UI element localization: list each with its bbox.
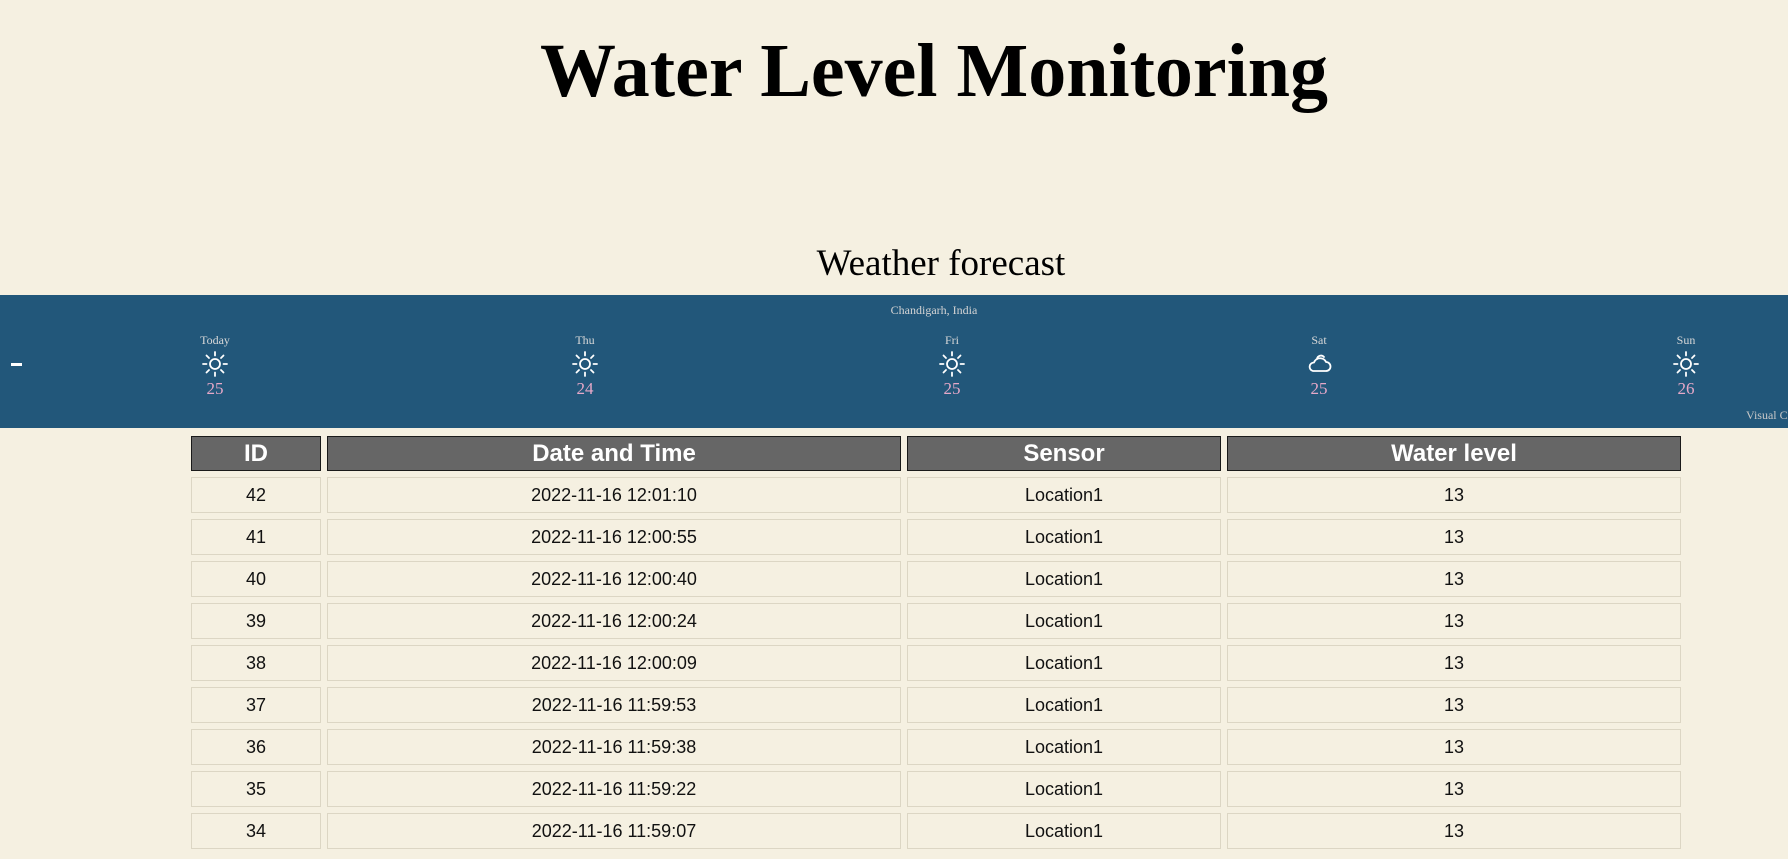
cell-datetime: 2022-11-16 12:01:10	[327, 477, 901, 513]
sun-icon	[201, 350, 229, 378]
forecast-day: Fri 25	[912, 333, 992, 399]
table-row: 35 2022-11-16 11:59:22 Location1 13	[191, 771, 1681, 807]
forecast-day-name: Sat	[1311, 333, 1327, 347]
sun-icon	[1672, 350, 1700, 378]
cell-sensor: Location1	[907, 603, 1221, 639]
column-header-water-level: Water level	[1227, 436, 1681, 471]
weather-location: Chandigarh, India	[890, 303, 978, 317]
cell-id: 37	[191, 687, 321, 723]
column-header-sensor: Sensor	[907, 436, 1221, 471]
forecast-temperature: 25	[1310, 379, 1328, 398]
forecast-day: Today 25	[175, 333, 255, 399]
cell-datetime: 2022-11-16 11:59:07	[327, 813, 901, 849]
table-row: 38 2022-11-16 12:00:09 Location1 13	[191, 645, 1681, 681]
cell-datetime: 2022-11-16 12:00:55	[327, 519, 901, 555]
forecast-day: Sat 25	[1279, 333, 1359, 399]
table-row: 42 2022-11-16 12:01:10 Location1 13	[191, 477, 1681, 513]
cell-id: 36	[191, 729, 321, 765]
forecast-day: Thu 24	[545, 333, 625, 399]
column-header-id: ID	[191, 436, 321, 471]
cell-id: 39	[191, 603, 321, 639]
cell-id: 38	[191, 645, 321, 681]
collapse-toggle-button[interactable]	[11, 363, 22, 366]
cell-id: 41	[191, 519, 321, 555]
forecast-temperature: 26	[1677, 379, 1695, 398]
forecast-day-name: Fri	[944, 333, 959, 347]
water-level-table: ID Date and Time Sensor Water level 42 20…	[185, 430, 1687, 855]
forecast-temperature: 25	[943, 379, 961, 398]
cell-sensor: Location1	[907, 771, 1221, 807]
cell-datetime: 2022-11-16 12:00:40	[327, 561, 901, 597]
cell-water-level: 13	[1227, 477, 1681, 513]
weather-widget: Chandigarh, India Today 25 Thu 24 Fri 25…	[0, 295, 1788, 428]
cell-water-level: 13	[1227, 813, 1681, 849]
sun-icon	[938, 350, 966, 378]
cell-water-level: 13	[1227, 519, 1681, 555]
forecast-day: Sun 26	[1646, 333, 1726, 399]
cell-sensor: Location1	[907, 519, 1221, 555]
cloud-icon	[1305, 350, 1333, 378]
table-header-row: ID Date and Time Sensor Water level	[191, 436, 1681, 471]
forecast-day-name: Thu	[575, 333, 595, 347]
table-row: 39 2022-11-16 12:00:24 Location1 13	[191, 603, 1681, 639]
forecast-day-name: Today	[200, 333, 230, 347]
table-row: 34 2022-11-16 11:59:07 Location1 13	[191, 813, 1681, 849]
cell-id: 35	[191, 771, 321, 807]
forecast-day-name: Sun	[1676, 333, 1696, 347]
table-row: 37 2022-11-16 11:59:53 Location1 13	[191, 687, 1681, 723]
cell-datetime: 2022-11-16 12:00:24	[327, 603, 901, 639]
cell-datetime: 2022-11-16 11:59:22	[327, 771, 901, 807]
table-row: 40 2022-11-16 12:00:40 Location1 13	[191, 561, 1681, 597]
cell-water-level: 13	[1227, 729, 1681, 765]
sun-icon	[571, 350, 599, 378]
cell-datetime: 2022-11-16 11:59:53	[327, 687, 901, 723]
forecast-temperature: 25	[206, 379, 224, 398]
cell-id: 40	[191, 561, 321, 597]
cell-water-level: 13	[1227, 603, 1681, 639]
cell-water-level: 13	[1227, 771, 1681, 807]
cell-sensor: Location1	[907, 813, 1221, 849]
page-title: Water Level Monitoring	[539, 29, 1329, 113]
weather-credit-link[interactable]: Visual Cr	[1746, 408, 1788, 423]
table-row: 41 2022-11-16 12:00:55 Location1 13	[191, 519, 1681, 555]
forecast-temperature: 24	[576, 379, 594, 398]
cell-datetime: 2022-11-16 11:59:38	[327, 729, 901, 765]
weather-forecast-heading: Weather forecast	[816, 243, 1066, 284]
cell-water-level: 13	[1227, 687, 1681, 723]
cell-sensor: Location1	[907, 729, 1221, 765]
cell-sensor: Location1	[907, 561, 1221, 597]
column-header-datetime: Date and Time	[327, 436, 901, 471]
cell-id: 34	[191, 813, 321, 849]
cell-sensor: Location1	[907, 687, 1221, 723]
cell-sensor: Location1	[907, 477, 1221, 513]
table-row: 36 2022-11-16 11:59:38 Location1 13	[191, 729, 1681, 765]
cell-water-level: 13	[1227, 645, 1681, 681]
cell-datetime: 2022-11-16 12:00:09	[327, 645, 901, 681]
cell-id: 42	[191, 477, 321, 513]
cell-sensor: Location1	[907, 645, 1221, 681]
cell-water-level: 13	[1227, 561, 1681, 597]
